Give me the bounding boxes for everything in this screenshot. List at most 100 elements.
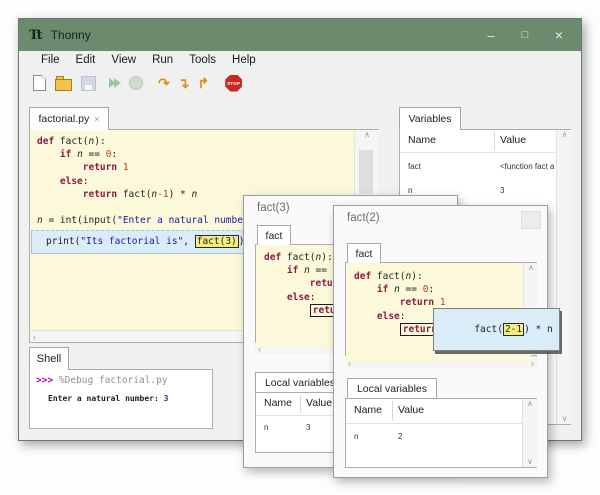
dialog-title: fact(2) (347, 212, 380, 224)
shell-line: >>> %Debug factorial.py (36, 375, 168, 386)
scroll-up-icon[interactable]: ∧ (527, 399, 533, 409)
step-over-button[interactable]: ↷ (158, 72, 170, 94)
dialog-fact2-tab[interactable]: fact (347, 243, 381, 263)
menu-item-run[interactable]: Run (144, 54, 181, 66)
column-header-value[interactable]: Value (500, 134, 526, 146)
evaluation-popup: fact(2-1) * n (433, 308, 560, 351)
shell-input-echo: 3 (164, 394, 169, 403)
thonny-logo-icon: Tt (29, 28, 41, 43)
stop-icon: STOP (225, 75, 242, 92)
variable-name: n (264, 423, 268, 432)
shell-line: Enter a natural number: 3 (48, 394, 168, 403)
popup-text: fact( (474, 324, 503, 335)
editor-tab-label: factorial.py (38, 113, 89, 125)
editor-tab[interactable]: factorial.py × (29, 107, 109, 130)
new-file-button[interactable] (33, 72, 46, 94)
titlebar[interactable]: Tt Thonny – □ × (19, 19, 581, 51)
column-divider[interactable] (300, 395, 301, 413)
dialog-tab-label: fact (356, 248, 373, 260)
shell-command: %Debug factorial.py (59, 375, 168, 386)
variables-scrollbar[interactable]: ∧ ∨ (556, 130, 572, 424)
code-line: if n == 0: (354, 283, 531, 296)
popup-highlight: 2-1 (503, 323, 524, 336)
step-out-icon: ↱ (197, 76, 209, 90)
close-button[interactable]: × (543, 19, 575, 51)
menu-item-tools[interactable]: Tools (181, 54, 224, 66)
column-divider[interactable] (494, 132, 495, 150)
run-icon (109, 78, 119, 88)
code-line: else: (37, 175, 361, 188)
code-line: if n == 0: (37, 148, 361, 161)
debug-icon (129, 76, 143, 90)
menu-item-file[interactable]: File (33, 54, 68, 66)
dialog-button[interactable] (521, 211, 541, 229)
maximize-button[interactable]: □ (509, 19, 541, 51)
open-folder-icon (55, 79, 72, 91)
column-header-name[interactable]: Name (354, 404, 382, 416)
window-title: Thonny (51, 28, 91, 42)
toolbar: ↷ ↴ ↱ STOP (19, 69, 581, 97)
scroll-up-icon[interactable]: ∧ (364, 130, 370, 140)
local-variables-tab-label: Local variables (357, 383, 427, 395)
variable-name: n (408, 186, 412, 195)
shell-output: Enter a natural number: (48, 394, 164, 403)
column-divider[interactable] (392, 401, 393, 421)
local-variables-tab[interactable]: Local variables (255, 372, 345, 392)
variable-value: 3 (306, 423, 310, 432)
shell-tab-label: Shell (37, 353, 61, 365)
shell-panel[interactable]: >>> %Debug factorial.py Enter a natural … (29, 369, 213, 429)
shell-tab[interactable]: Shell (29, 347, 69, 370)
save-button[interactable] (81, 72, 96, 94)
code-line: def fact(n): (37, 135, 361, 148)
scroll-left-icon[interactable]: ‹ (33, 332, 36, 342)
variables-tab[interactable]: Variables (399, 107, 461, 130)
menubar: FileEditViewRunToolsHelp (19, 51, 581, 69)
run-button[interactable] (109, 72, 119, 94)
dialog-table-scrollbar[interactable]: ∧ ∨ (522, 399, 537, 467)
local-variables-tab[interactable]: Local variables (347, 378, 437, 398)
scroll-down-icon[interactable]: ∨ (562, 414, 568, 424)
scroll-right-icon[interactable]: › (531, 358, 534, 368)
shell-prompt: >>> (36, 375, 53, 386)
local-variables-table: Name Value n 2 ∧ ∨ (345, 398, 537, 468)
step-out-button[interactable]: ↱ (197, 72, 209, 94)
column-header-name[interactable]: Name (264, 397, 292, 409)
code-line: return 1 (37, 161, 361, 174)
variables-tab-label: Variables (409, 113, 452, 125)
column-header-value[interactable]: Value (306, 397, 332, 409)
menu-item-help[interactable]: Help (224, 54, 264, 66)
header-divider (346, 423, 522, 424)
save-icon (81, 76, 96, 91)
popup-text: ) * n (524, 324, 553, 335)
scroll-up-icon[interactable]: ∧ (528, 263, 534, 273)
local-variables-tab-label: Local variables (265, 377, 335, 389)
variable-name: fact (408, 162, 421, 171)
step-into-button[interactable]: ↴ (178, 72, 190, 94)
header-divider (400, 152, 556, 153)
column-header-value[interactable]: Value (398, 404, 424, 416)
dialog-fact3-tab[interactable]: fact (257, 225, 291, 245)
dialog-fact2[interactable]: fact(2) fact def fact(n): if n == 0: ret… (333, 205, 548, 478)
column-header-name[interactable]: Name (408, 134, 436, 146)
editor-tab-close-icon[interactable]: × (94, 114, 99, 124)
menu-item-view[interactable]: View (103, 54, 144, 66)
variable-value: 2 (398, 432, 402, 441)
variable-value: 3 (500, 186, 504, 195)
open-file-button[interactable] (55, 72, 72, 94)
new-file-icon (33, 75, 46, 91)
scroll-up-icon[interactable]: ∧ (562, 130, 568, 140)
step-into-icon: ↴ (178, 76, 190, 90)
step-over-icon: ↷ (158, 76, 170, 90)
stop-button[interactable]: STOP (225, 72, 242, 94)
scrollbar-thumb[interactable] (359, 150, 373, 194)
dialog-tab-label: fact (266, 230, 283, 242)
dialog-title: fact(3) (257, 202, 290, 214)
minimize-button[interactable]: – (475, 19, 507, 51)
debug-button[interactable] (129, 72, 143, 94)
menu-item-edit[interactable]: Edit (68, 54, 104, 66)
variable-name: n (354, 432, 358, 441)
scroll-down-icon[interactable]: ∨ (527, 457, 533, 467)
code-line: def fact(n): (354, 270, 531, 283)
variable-value: <function fact a (500, 162, 555, 171)
desktop: Tt Thonny – □ × FileEditViewRunToolsHelp… (0, 0, 600, 495)
